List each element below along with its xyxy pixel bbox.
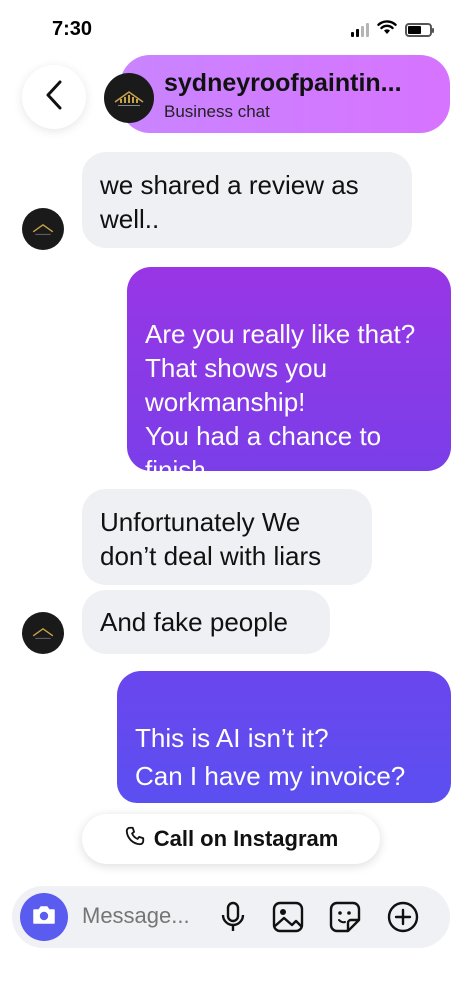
sender-avatar[interactable] (22, 208, 64, 250)
battery-icon (405, 23, 434, 37)
signal-icon (351, 23, 369, 37)
camera-button[interactable] (20, 893, 68, 941)
contact-subtitle: Business chat (164, 102, 270, 121)
message-incoming[interactable]: Unfortunately We don’t deal with liars (82, 489, 372, 585)
message-incoming[interactable]: we shared a review as well.. (82, 152, 412, 248)
phone-icon (124, 825, 146, 853)
sender-avatar[interactable] (22, 612, 64, 654)
call-button-label: Call on Instagram (153, 826, 339, 851)
message-text: we shared a review as well.. (100, 170, 359, 234)
plus-icon[interactable] (386, 900, 420, 934)
camera-icon (31, 904, 57, 931)
status-time: 7:30 (52, 18, 93, 40)
status-bar: 7:30 (0, 0, 462, 60)
back-button[interactable] (22, 65, 86, 129)
chat-header: sydneyroofpaintin... Business chat (0, 55, 462, 135)
header-info[interactable]: sydneyroofpaintin... Business chat (120, 55, 450, 133)
message-text: Are you really like that? That shows you… (145, 319, 416, 485)
status-icons (351, 20, 434, 40)
message-incoming[interactable]: And fake people (82, 590, 330, 654)
contact-name: sydneyroofpaintin... (164, 69, 402, 97)
message-text: And fake people (100, 607, 288, 637)
wifi-icon (377, 20, 397, 40)
message-composer (12, 886, 450, 948)
chevron-left-icon (43, 79, 65, 116)
microphone-icon[interactable] (216, 900, 250, 934)
call-on-instagram-button[interactable]: Call on Instagram (82, 814, 380, 864)
message-input[interactable] (82, 903, 222, 929)
message-outgoing[interactable]: This is AI isn’t it? Can I have my invoi… (117, 671, 451, 829)
gallery-icon[interactable] (271, 900, 305, 934)
sticker-icon[interactable] (328, 900, 362, 934)
avatar[interactable] (104, 73, 154, 123)
message-outgoing[interactable]: Are you really like that? That shows you… (127, 267, 451, 485)
message-text: Unfortunately We don’t deal with liars (100, 507, 322, 571)
